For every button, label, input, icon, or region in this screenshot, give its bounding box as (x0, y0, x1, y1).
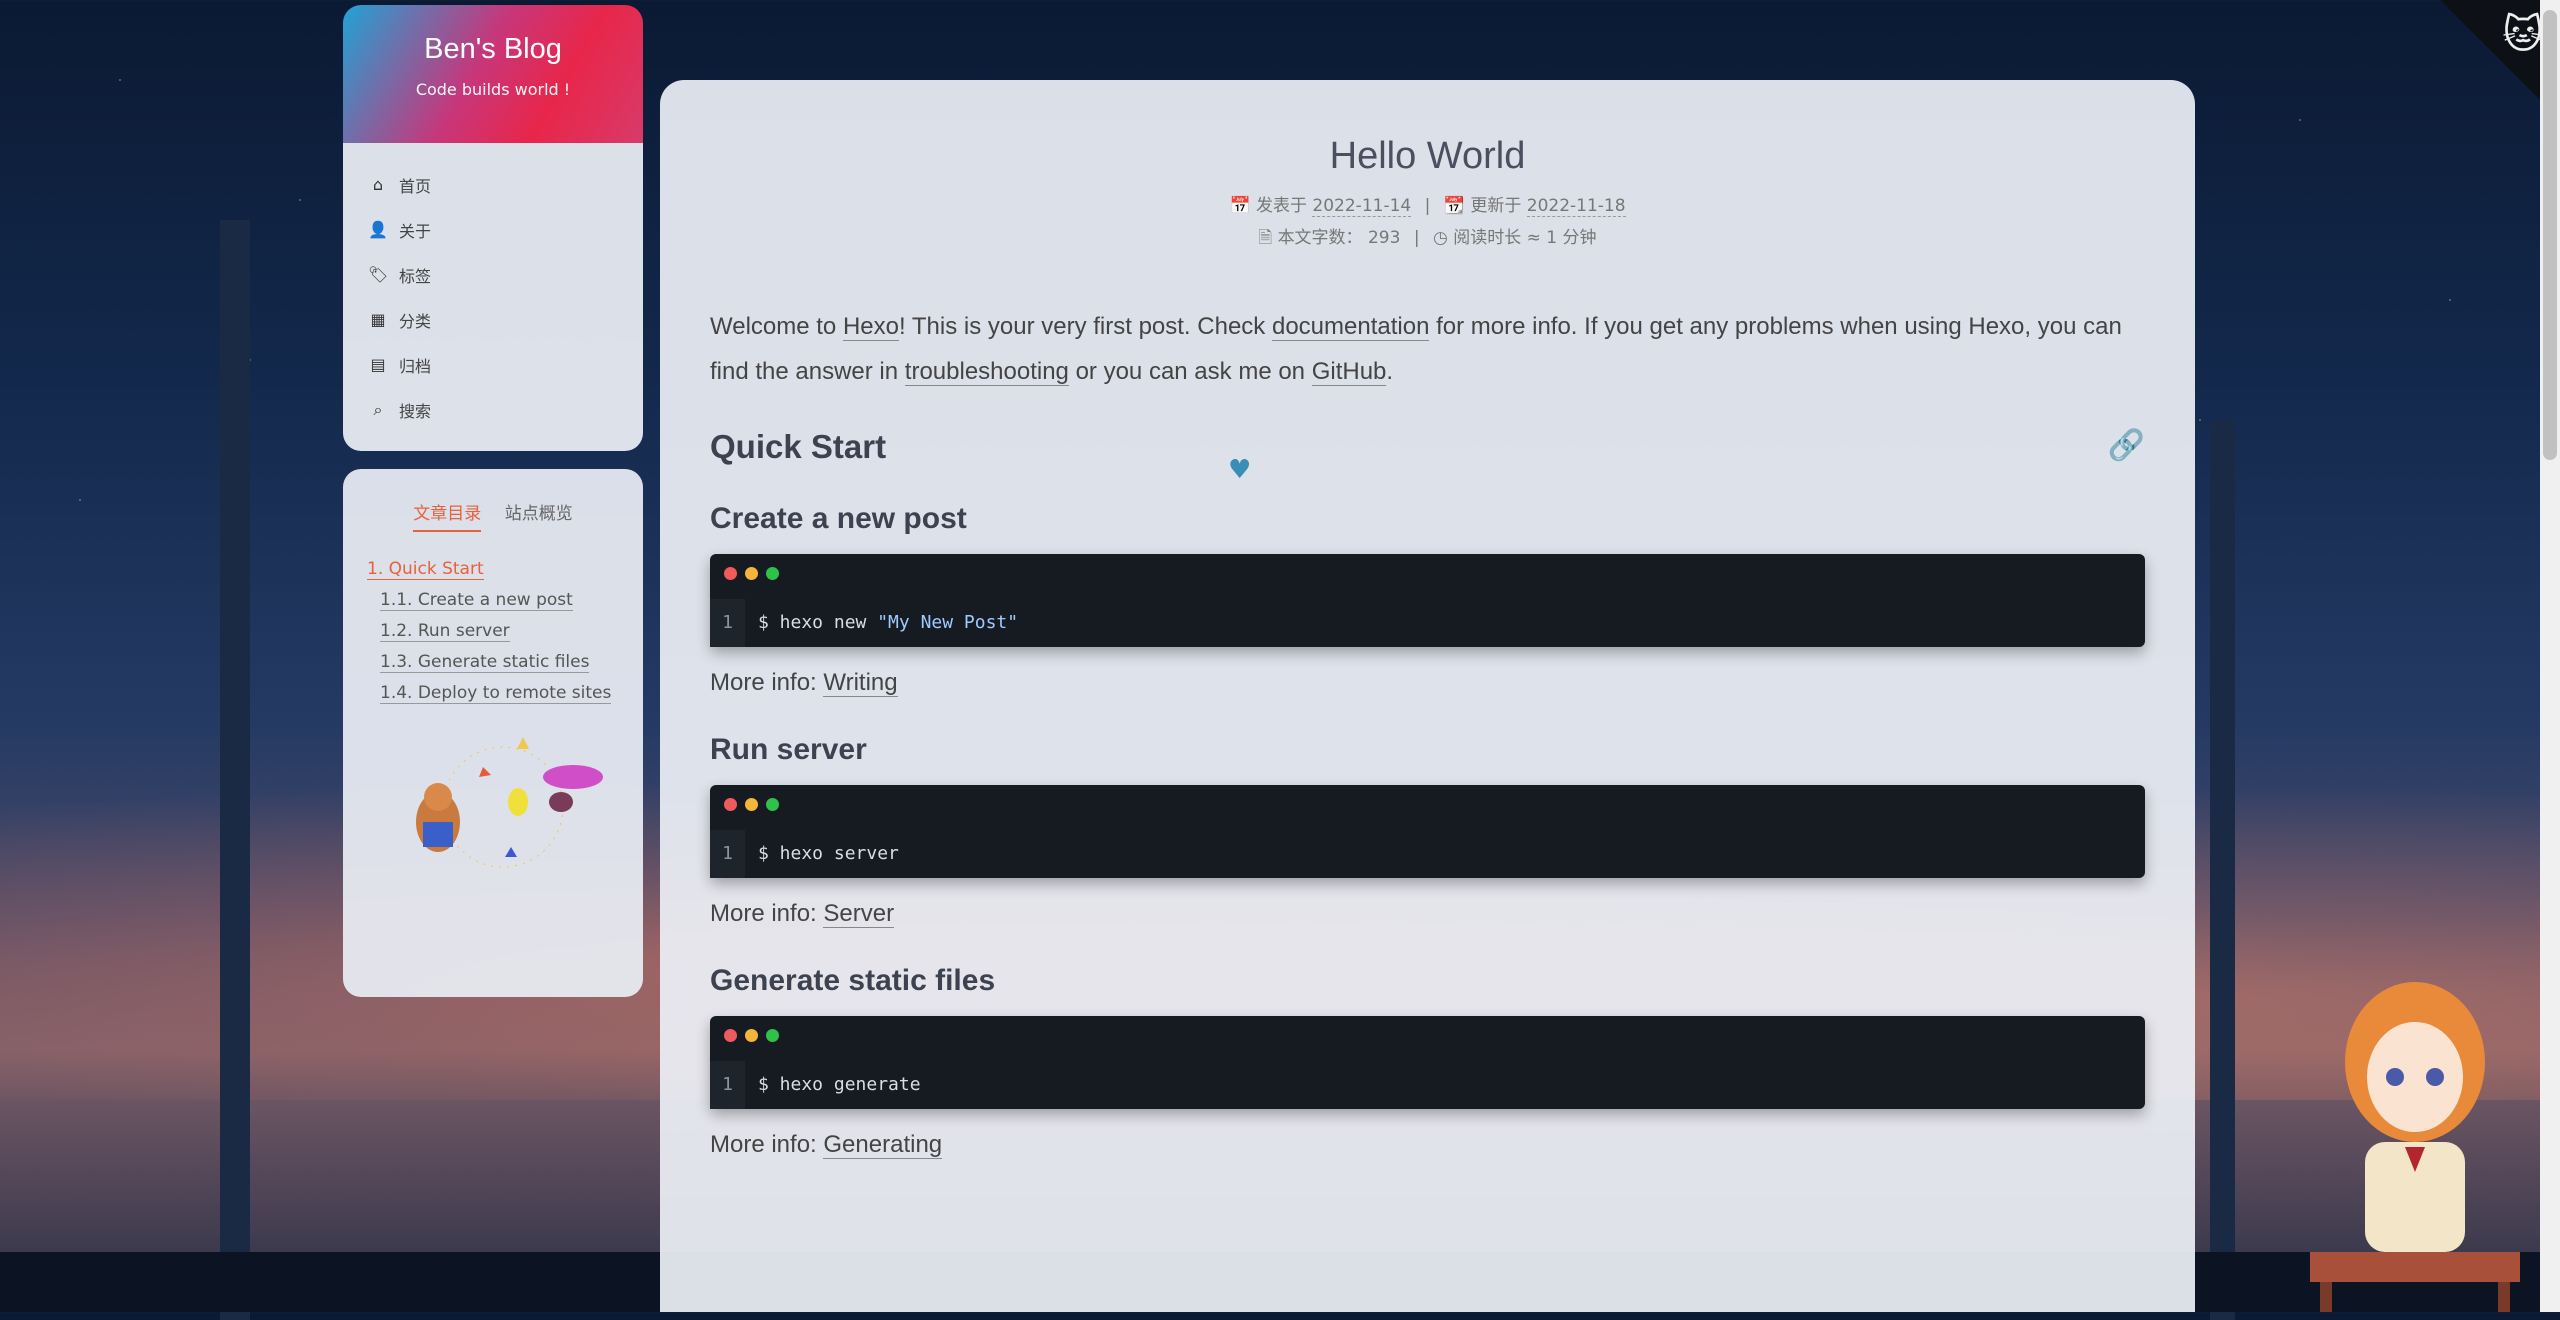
nav-item-tags[interactable]: 🏷 标签 (343, 252, 643, 297)
code-block: 1 $ hexo generate (710, 1016, 2145, 1109)
archive-icon: ▤ (370, 355, 386, 374)
nav-item-label: 搜索 (399, 401, 432, 421)
heading-create-post: Create a new post (710, 502, 967, 535)
nav-item-categories[interactable]: ▦ 分类 (343, 297, 643, 342)
calendar-icon: 📅 (1229, 196, 1251, 216)
window-dots (724, 565, 787, 584)
post-content: Welcome to Hexo! This is your very first… (660, 304, 2195, 1159)
toc-item-deploy[interactable]: 1.4. Deploy to remote sites (367, 678, 643, 709)
heading-generate: Generate static files (710, 964, 996, 997)
post-card: Hello World 📅 发表于 2022-11-14 | 📆 更新于 202… (660, 80, 2195, 1312)
nav-item-home[interactable]: ⌂ 首页 (343, 162, 643, 207)
mascot-illustration (416, 737, 603, 868)
server-link[interactable]: Server (823, 900, 895, 928)
writing-link[interactable]: Writing (823, 669, 898, 697)
readtime-label: 阅读时长 ≈ (1453, 228, 1541, 248)
hexo-link[interactable]: Hexo (842, 313, 899, 341)
toc-item-run-server[interactable]: 1.2. Run server (367, 616, 643, 647)
readtime-value: 1 分钟 (1546, 228, 1597, 248)
more-info-writing: More info: Writing (710, 669, 898, 697)
live2d-character[interactable] (2310, 972, 2520, 1312)
toc-item-generate[interactable]: 1.3. Generate static files (367, 647, 643, 678)
dot-red-icon (724, 567, 737, 580)
meta-separator: | (1413, 228, 1420, 248)
scrollbar-thumb[interactable] (2543, 10, 2557, 460)
dot-yellow-icon (745, 1029, 758, 1042)
post-title: Hello World (1329, 135, 1526, 177)
code-block: 1 $ hexo server (710, 785, 2145, 878)
nav-item-about[interactable]: 👤 关于 (343, 207, 643, 252)
line-number: 1 (710, 1061, 745, 1109)
line-number: 1 (710, 599, 745, 647)
nav-item-label: 首页 (399, 176, 432, 196)
toc-panel: 文章目录 站点概览 1. Quick Start 1.1. Create a n… (343, 469, 643, 997)
nav-item-label: 归档 (399, 356, 432, 376)
dot-green-icon (766, 798, 779, 811)
updated-label: 更新于 (1470, 196, 1522, 216)
toc-item-quick-start[interactable]: 1. Quick Start (367, 554, 643, 585)
code-block: 1 $ hexo new "My New Post" (710, 554, 2145, 647)
github-link[interactable]: GitHub (1311, 358, 1387, 386)
tags-icon: 🏷 (367, 265, 389, 284)
troubleshooting-link[interactable]: troubleshooting (904, 358, 1069, 386)
line-number: 1 (710, 830, 745, 878)
code-line: $ hexo generate (758, 1074, 921, 1095)
site-subtitle: Code builds world ! (415, 80, 571, 99)
more-info-server: More info: Server (710, 900, 895, 928)
post-meta: 📅 发表于 2022-11-14 | 📆 更新于 2022-11-18 🗎 本文… (660, 190, 2195, 254)
intro-paragraph: Welcome to Hexo! This is your very first… (710, 313, 2122, 386)
dot-red-icon (724, 798, 737, 811)
calendar-check-icon: 📆 (1443, 196, 1465, 216)
site-brand[interactable]: Ben's Blog Code builds world ! (343, 5, 643, 143)
home-icon: ⌂ (372, 175, 384, 194)
updated-date[interactable]: 2022-11-18 (1526, 196, 1626, 217)
heading-run-server: Run server (710, 733, 867, 766)
wordcount-label: 本文字数： (1277, 228, 1363, 248)
clock-icon: ◷ (1432, 228, 1448, 248)
tab-toc[interactable]: 文章目录 (413, 504, 482, 532)
dot-green-icon (766, 1029, 779, 1042)
code-line: $ hexo new "My New Post" (758, 612, 1019, 633)
toc-item-create-post[interactable]: 1.1. Create a new post (367, 585, 643, 616)
nav-item-label: 关于 (399, 221, 432, 241)
sidebar-nav: ⌂ 首页 👤 关于 🏷 标签 ▦ 分类 ▤ 归档 ⌕ 搜索 (343, 143, 643, 451)
documentation-link[interactable]: documentation (1271, 313, 1430, 341)
more-info-generating: More info: Generating (710, 1131, 943, 1159)
heading-quick-start: Quick Start 🔗 (710, 428, 2145, 465)
nav-item-search[interactable]: ⌕ 搜索 (343, 387, 643, 432)
wordcount-value: 293 (1367, 228, 1401, 248)
meta-separator: | (1424, 196, 1431, 216)
link-icon[interactable]: 🔗 (2108, 428, 2145, 463)
heart-icon: ♥ (1228, 455, 1252, 485)
posted-label: 发表于 (1256, 196, 1308, 216)
dot-yellow-icon (745, 567, 758, 580)
generating-link[interactable]: Generating (823, 1131, 943, 1159)
site-title[interactable]: Ben's Blog (343, 33, 643, 66)
github-octocat-icon: 🐱 (2502, 12, 2544, 58)
nav-item-label: 分类 (399, 311, 432, 331)
page-scrollbar[interactable] (2540, 0, 2560, 1312)
code-line: $ hexo server (758, 843, 899, 864)
nav-item-archives[interactable]: ▤ 归档 (343, 342, 643, 387)
window-dots (724, 796, 787, 815)
background-pole (220, 220, 250, 1320)
window-dots (724, 1027, 787, 1046)
posted-date[interactable]: 2022-11-14 (1312, 196, 1412, 217)
toc-tabs: 文章目录 站点概览 (343, 499, 643, 532)
grid-icon: ▦ (370, 310, 386, 329)
search-icon: ⌕ (373, 399, 383, 419)
dot-red-icon (724, 1029, 737, 1042)
user-icon: 👤 (368, 220, 388, 239)
dot-yellow-icon (745, 798, 758, 811)
file-icon: 🗎 (1258, 228, 1273, 248)
dot-green-icon (766, 567, 779, 580)
background-pole (2210, 420, 2235, 1320)
tab-overview[interactable]: 站点概览 (505, 504, 573, 530)
nav-item-label: 标签 (399, 266, 432, 286)
toc-list: 1. Quick Start 1.1. Create a new post 1.… (343, 554, 643, 709)
